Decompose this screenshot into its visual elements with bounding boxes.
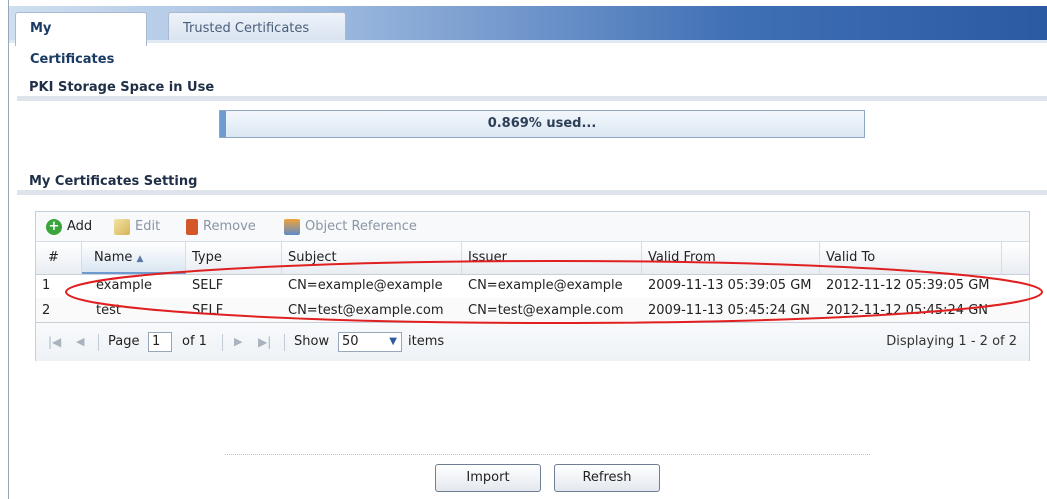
edit-icon bbox=[114, 219, 130, 235]
table-row[interactable]: 1 example SELF CN=example@example CN=exa… bbox=[36, 273, 1029, 298]
divider bbox=[284, 334, 285, 351]
object-reference-label: Object Reference bbox=[305, 219, 417, 234]
divider bbox=[98, 334, 99, 351]
chevron-down-icon: ▼ bbox=[389, 336, 397, 347]
cell-valid-from: 2009-11-13 05:45:24 GN bbox=[648, 303, 810, 318]
tab-bar: My Certificates Trusted Certificates bbox=[9, 6, 1047, 67]
show-label: Show bbox=[294, 334, 330, 349]
pagination-bar: |◀ ◀ Page 1 of 1 ▶ ▶| Show 50 ▼ items Di… bbox=[36, 322, 1029, 361]
cell-issuer: CN=example@example bbox=[468, 278, 623, 293]
page-count-label: of 1 bbox=[182, 334, 207, 349]
certificates-grid: + Add Edit Remove Object Reference # Nam… bbox=[35, 211, 1030, 361]
edit-button[interactable]: Edit bbox=[114, 218, 160, 236]
cell-number: 2 bbox=[42, 303, 51, 318]
object-reference-icon bbox=[284, 219, 300, 235]
divider bbox=[17, 96, 1047, 101]
previous-page-icon[interactable]: ◀ bbox=[76, 323, 84, 361]
first-page-icon[interactable]: |◀ bbox=[48, 323, 61, 361]
remove-button[interactable]: Remove bbox=[186, 218, 256, 236]
cell-subject: CN=test@example.com bbox=[288, 303, 444, 318]
cell-name: example bbox=[96, 278, 152, 293]
column-header-type[interactable]: Type bbox=[186, 242, 282, 274]
displaying-count: Displaying 1 - 2 of 2 bbox=[886, 334, 1017, 349]
add-label: Add bbox=[67, 219, 93, 234]
trash-icon bbox=[186, 219, 198, 235]
column-header-issuer[interactable]: Issuer bbox=[462, 242, 642, 274]
column-header-name[interactable]: Name ▲ bbox=[82, 242, 186, 274]
add-button[interactable]: + Add bbox=[46, 218, 92, 236]
cell-valid-from: 2009-11-13 05:39:05 GM bbox=[648, 278, 812, 293]
divider bbox=[225, 454, 870, 455]
cell-issuer: CN=test@example.com bbox=[468, 303, 624, 318]
column-header-valid-to[interactable]: Valid To bbox=[820, 242, 1002, 274]
tab-my-certificates[interactable]: My Certificates bbox=[15, 12, 147, 67]
grid-toolbar: + Add Edit Remove Object Reference bbox=[36, 212, 1029, 241]
sort-ascending-icon: ▲ bbox=[136, 254, 144, 264]
cell-valid-to: 2012-11-12 05:45:24 GN bbox=[826, 303, 988, 318]
table-row[interactable]: 2 test SELF CN=test@example.com CN=test@… bbox=[36, 298, 1029, 323]
object-reference-button[interactable]: Object Reference bbox=[284, 218, 417, 236]
column-header-number[interactable]: # bbox=[36, 242, 82, 274]
storage-section-title: PKI Storage Space in Use bbox=[29, 80, 215, 95]
storage-progress-bar: 0.869% used... bbox=[219, 110, 865, 138]
tab-trusted-certificates[interactable]: Trusted Certificates bbox=[168, 12, 346, 43]
cell-number: 1 bbox=[42, 278, 51, 293]
cell-subject: CN=example@example bbox=[288, 278, 443, 293]
divider bbox=[17, 190, 1047, 195]
storage-used-text: 0.869% used... bbox=[487, 116, 597, 131]
page-size-select[interactable]: 50 ▼ bbox=[338, 332, 402, 352]
cell-name: test bbox=[96, 303, 121, 318]
cell-type: SELF bbox=[192, 303, 224, 318]
page-number-input[interactable]: 1 bbox=[148, 332, 172, 352]
edit-label: Edit bbox=[135, 219, 161, 234]
column-header-subject[interactable]: Subject bbox=[282, 242, 462, 274]
divider bbox=[222, 334, 223, 351]
last-page-icon[interactable]: ▶| bbox=[258, 323, 271, 361]
cell-type: SELF bbox=[192, 278, 224, 293]
add-icon: + bbox=[46, 219, 62, 235]
main-window: My Certificates Trusted Certificates PKI… bbox=[8, 0, 1047, 499]
import-button[interactable]: Import bbox=[435, 464, 541, 492]
grid-header: # Name ▲ Type Subject Issuer Valid From … bbox=[36, 241, 1029, 275]
page-label: Page bbox=[108, 334, 140, 349]
cell-valid-to: 2012-11-12 05:39:05 GM bbox=[826, 278, 990, 293]
next-page-icon[interactable]: ▶ bbox=[234, 323, 242, 361]
page-size-value: 50 bbox=[342, 334, 359, 349]
certs-section-title: My Certificates Setting bbox=[29, 174, 198, 189]
remove-label: Remove bbox=[203, 219, 256, 234]
refresh-button[interactable]: Refresh bbox=[554, 464, 660, 492]
column-header-name-label: Name bbox=[94, 250, 133, 265]
items-label: items bbox=[408, 334, 445, 349]
column-header-valid-from[interactable]: Valid From bbox=[642, 242, 820, 274]
